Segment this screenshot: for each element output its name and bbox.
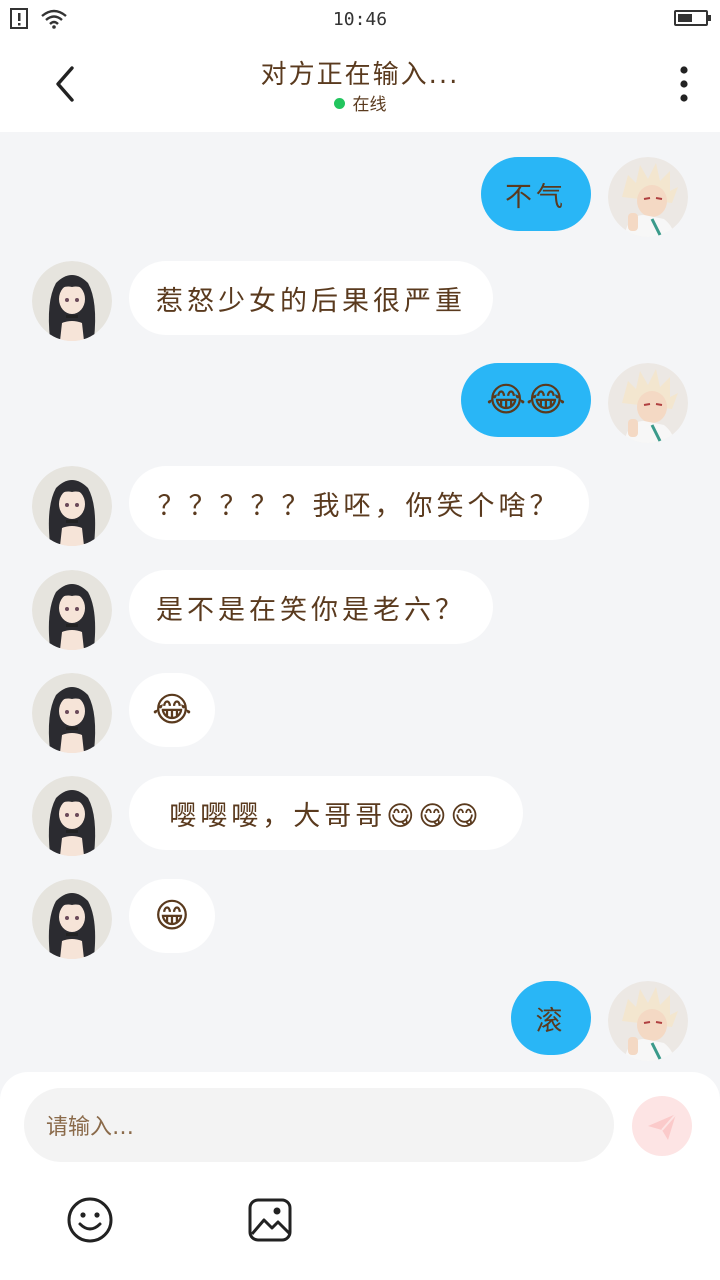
my-avatar[interactable] bbox=[608, 363, 688, 443]
my-avatar[interactable] bbox=[608, 981, 688, 1061]
my-avatar[interactable] bbox=[608, 157, 688, 237]
battery-icon bbox=[674, 10, 711, 26]
message-row: 嘤嘤嘤，大哥哥😋😋😋 bbox=[0, 776, 720, 856]
more-options-button[interactable] bbox=[676, 64, 692, 108]
contact-avatar[interactable] bbox=[32, 879, 112, 959]
sent-message-bubble[interactable]: 😂😂 bbox=[461, 363, 591, 437]
send-icon bbox=[648, 1113, 677, 1140]
send-button[interactable] bbox=[632, 1096, 692, 1156]
chat-header: 对方正在输入... 在线 bbox=[0, 40, 720, 132]
online-dot bbox=[333, 97, 345, 109]
image-button[interactable] bbox=[246, 1196, 294, 1244]
received-message-bubble[interactable]: 嘤嘤嘤，大哥哥😋😋😋 bbox=[129, 776, 523, 850]
more-vertical-icon bbox=[680, 66, 688, 102]
received-message-bubble[interactable]: 😁 bbox=[129, 879, 215, 953]
presence-label: 在线 bbox=[352, 95, 387, 115]
message-row: 滚 bbox=[0, 981, 720, 1061]
received-message-bubble[interactable]: 😂 bbox=[129, 673, 215, 747]
clock: 10:46 bbox=[332, 9, 388, 30]
received-message-bubble[interactable]: 是不是在笑你是老六？ bbox=[129, 570, 493, 644]
chat-title: 对方正在输入... bbox=[260, 60, 460, 90]
contact-avatar[interactable] bbox=[32, 466, 112, 546]
status-bar: 10:46 bbox=[0, 0, 720, 40]
message-row: ？？？？？我呸，你笑个啥？ bbox=[0, 466, 720, 546]
smile-icon bbox=[67, 1197, 113, 1243]
composer: 请输入… bbox=[0, 1072, 720, 1280]
received-message-bubble[interactable]: ？？？？？我呸，你笑个啥？ bbox=[129, 466, 589, 540]
message-row: 😁 bbox=[0, 879, 720, 959]
message-input[interactable]: 请输入… bbox=[24, 1088, 614, 1162]
message-row: 惹怒少女的后果很严重 bbox=[0, 261, 720, 341]
message-row: 不气 bbox=[0, 157, 720, 237]
contact-avatar[interactable] bbox=[32, 776, 112, 856]
sent-message-bubble[interactable]: 不气 bbox=[481, 157, 591, 231]
contact-avatar[interactable] bbox=[32, 673, 112, 753]
message-row: 😂😂 bbox=[0, 363, 720, 443]
received-message-bubble[interactable]: 惹怒少女的后果很严重 bbox=[129, 261, 493, 335]
contact-avatar[interactable] bbox=[32, 570, 112, 650]
message-input-placeholder: 请输入… bbox=[46, 1115, 135, 1140]
presence-status: 在线 bbox=[0, 90, 720, 115]
message-row: 😂 bbox=[0, 673, 720, 753]
image-icon bbox=[248, 1198, 292, 1242]
message-row: 是不是在笑你是老六？ bbox=[0, 570, 720, 650]
emoji-button[interactable] bbox=[66, 1196, 114, 1244]
sent-message-bubble[interactable]: 滚 bbox=[511, 981, 591, 1055]
contact-avatar[interactable] bbox=[32, 261, 112, 341]
message-list[interactable]: 不气惹怒少女的后果很严重 😂😂 ？？？？？我呸，你笑个啥？ 是不是在笑你是老六？ 😂 嘤嘤… bbox=[0, 132, 720, 1072]
